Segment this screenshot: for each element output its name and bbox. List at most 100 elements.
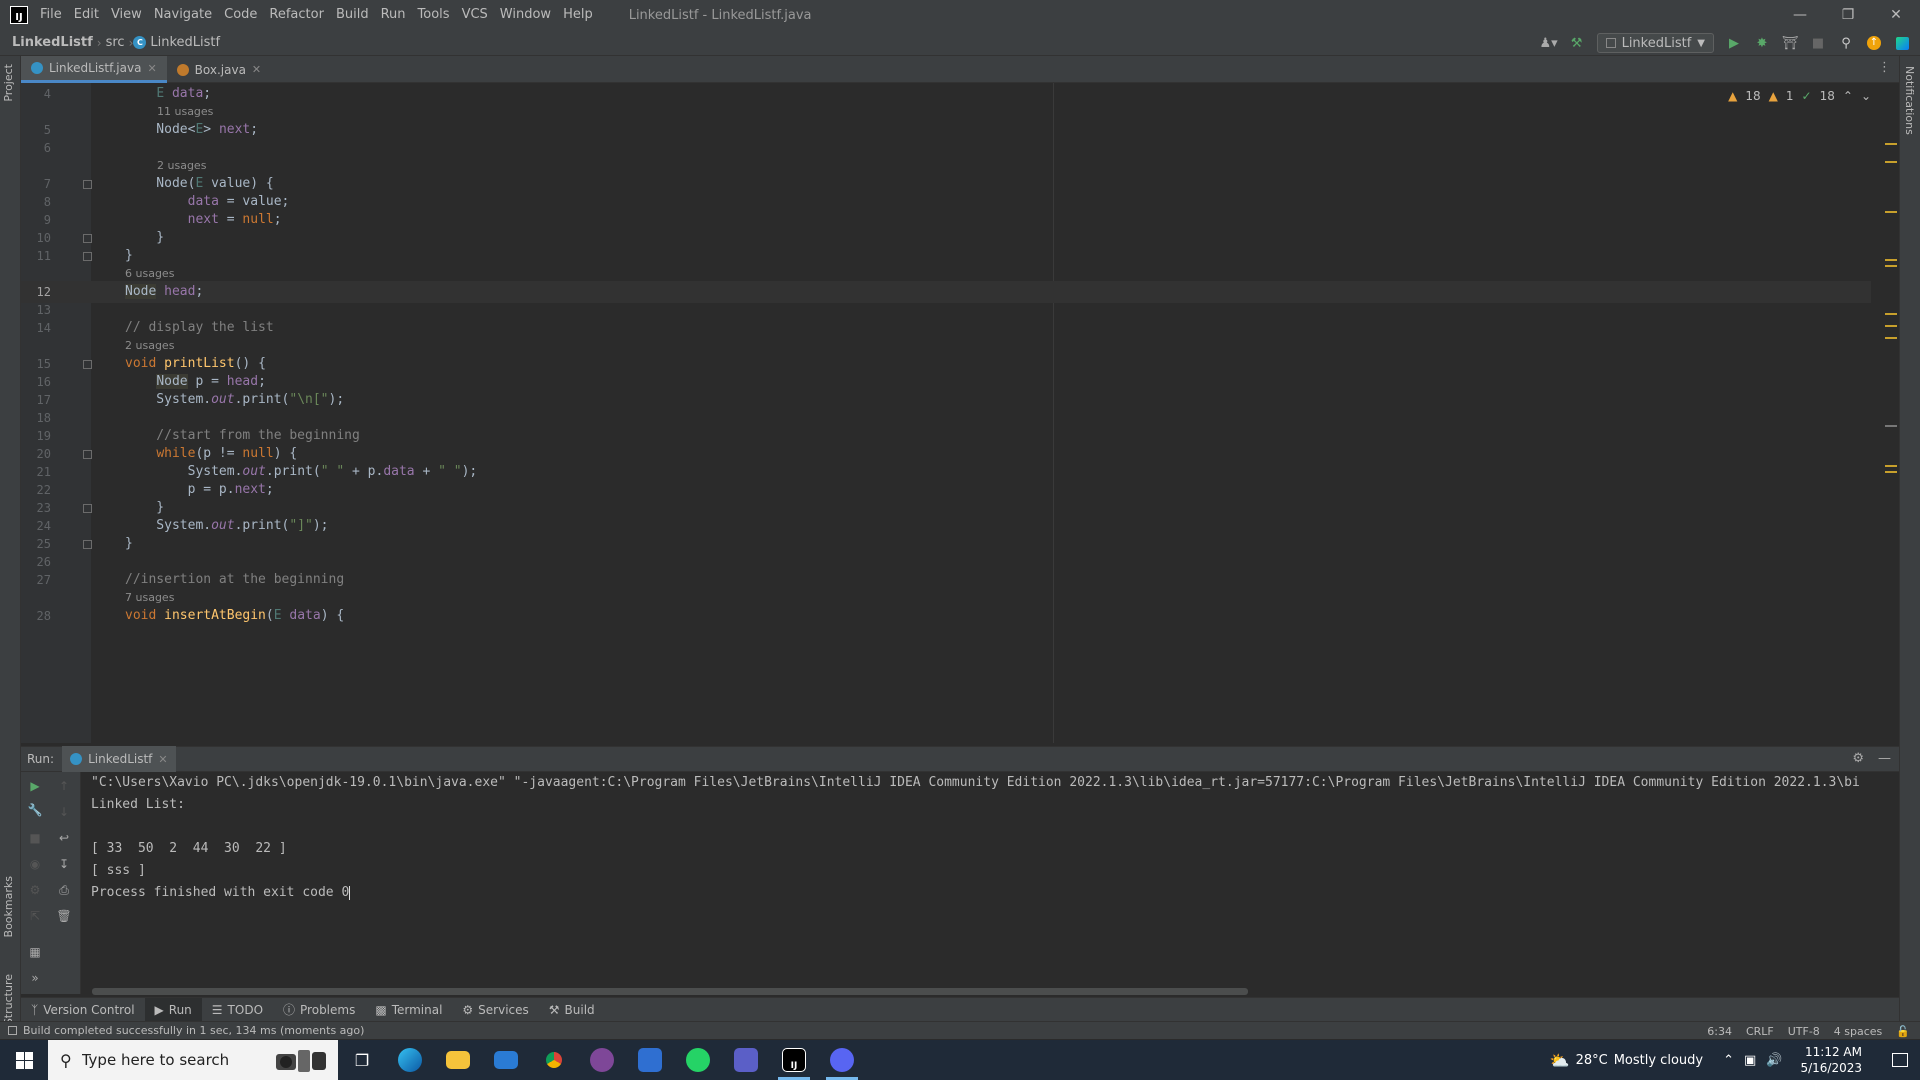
menu-help[interactable]: Help xyxy=(557,0,599,30)
build-hammer-icon[interactable]: ⚒ xyxy=(1569,35,1585,51)
tab-build[interactable]: ⚒ Build xyxy=(539,998,605,1022)
menu-view[interactable]: View xyxy=(105,0,148,30)
status-box-icon[interactable] xyxy=(8,1026,17,1035)
run-configuration-select[interactable]: LinkedListf ▼ xyxy=(1596,33,1714,53)
menu-build[interactable]: Build xyxy=(330,0,375,30)
menu-file[interactable]: File xyxy=(34,0,68,30)
tab-problems[interactable]: ⓘ Problems xyxy=(273,998,365,1022)
stop-icon[interactable]: ■ xyxy=(1810,35,1826,51)
menu-vcs[interactable]: VCS xyxy=(456,0,494,30)
exit-icon[interactable]: ⇱ xyxy=(27,908,43,924)
horizontal-scrollbar[interactable] xyxy=(92,988,1248,995)
wrench-icon[interactable]: 🔧 xyxy=(27,802,43,818)
tab-linkedlistf[interactable]: LinkedListf.java ✕ xyxy=(21,56,167,83)
tab-todo[interactable]: ☰ TODO xyxy=(202,998,273,1022)
breadcrumb-src[interactable]: src xyxy=(102,35,129,50)
intellij-logo-icon[interactable]: IJ xyxy=(10,6,28,24)
start-button[interactable] xyxy=(0,1040,48,1080)
stop-icon[interactable]: ■ xyxy=(27,830,43,846)
fold-marker-icon[interactable] xyxy=(83,504,92,513)
hide-icon[interactable]: — xyxy=(1878,751,1891,766)
chevron-up-icon[interactable]: ⌃ xyxy=(1723,1053,1734,1068)
coverage-icon[interactable]: ⛩ xyxy=(1782,35,1799,51)
minimize-icon[interactable]: — xyxy=(1776,0,1824,30)
debug-icon[interactable]: ✸ xyxy=(1754,35,1770,51)
chevron-down-icon[interactable]: ⌄ xyxy=(1861,89,1871,103)
menu-run[interactable]: Run xyxy=(375,0,412,30)
status-message[interactable]: Build completed successfully in 1 sec, 1… xyxy=(23,1024,364,1037)
menu-tools[interactable]: Tools xyxy=(412,0,456,30)
camera-icon[interactable]: ◉ xyxy=(27,856,43,872)
close-tab-icon[interactable]: ✕ xyxy=(252,63,261,76)
indent-setting[interactable]: 4 spaces xyxy=(1834,1025,1883,1038)
settings-icon[interactable]: ⚙ xyxy=(27,882,43,898)
bookmarks-tool-tab[interactable]: Bookmarks xyxy=(2,876,15,937)
close-tab-icon[interactable]: ✕ xyxy=(158,753,167,766)
menu-edit[interactable]: Edit xyxy=(68,0,105,30)
whatsapp-icon[interactable] xyxy=(674,1040,722,1080)
lock-icon[interactable]: 🔓 xyxy=(1896,1025,1910,1038)
fold-marker-icon[interactable] xyxy=(83,450,92,459)
user-icon[interactable]: ♟▾ xyxy=(1539,35,1557,51)
menu-code[interactable]: Code xyxy=(218,0,263,30)
scroll-to-end-icon[interactable]: ↧ xyxy=(56,856,72,872)
structure-tool-tab[interactable]: Structure xyxy=(2,974,15,1025)
caret-position[interactable]: 6:34 xyxy=(1707,1025,1732,1038)
more-icon[interactable]: » xyxy=(27,970,43,986)
rerun-icon[interactable]: ▶ xyxy=(27,778,43,794)
fold-marker-icon[interactable] xyxy=(83,234,92,243)
run-tab[interactable]: LinkedListf ✕ xyxy=(62,746,176,772)
intellij-taskbar-icon[interactable]: IJ xyxy=(770,1040,818,1080)
project-tool-tab[interactable]: Project xyxy=(2,64,15,102)
notification-center-icon[interactable] xyxy=(1880,1053,1920,1067)
weather-widget[interactable]: ⛅ 28°C Mostly cloudy xyxy=(1550,1051,1703,1070)
breadcrumb-project[interactable]: LinkedListf xyxy=(8,35,97,50)
restore-icon[interactable]: ❐ xyxy=(1824,0,1872,30)
print-icon[interactable]: ⎙ xyxy=(56,882,72,898)
code-line[interactable]: 28 void insertAtBegin(E data) { xyxy=(21,605,1871,627)
tab-box[interactable]: Box.java ✕ xyxy=(167,56,271,83)
discord-icon[interactable] xyxy=(818,1040,866,1080)
soft-wrap-icon[interactable]: ↩ xyxy=(56,830,72,846)
fold-marker-icon[interactable] xyxy=(83,252,92,261)
tor-browser-icon[interactable] xyxy=(578,1040,626,1080)
store-icon[interactable] xyxy=(626,1040,674,1080)
arrow-up-icon[interactable]: ↑ xyxy=(56,778,72,794)
tab-run[interactable]: ▶ Run xyxy=(144,997,202,1022)
run-icon[interactable]: ▶ xyxy=(1726,35,1742,51)
inspection-widget[interactable]: ▲ 18 ▲ 1 ✓ 18 ⌃ ⌄ xyxy=(1728,89,1871,103)
fold-marker-icon[interactable] xyxy=(83,540,92,549)
clock[interactable]: 11:12 AM 5/16/2023 xyxy=(1800,1044,1862,1076)
tab-terminal[interactable]: ▩ Terminal xyxy=(365,998,452,1022)
fold-marker-icon[interactable] xyxy=(83,180,92,189)
edge-icon[interactable] xyxy=(386,1040,434,1080)
tab-version-control[interactable]: ᛉ Version Control xyxy=(21,998,145,1022)
chevron-up-icon[interactable]: ⌃ xyxy=(1843,89,1853,103)
file-encoding[interactable]: UTF-8 xyxy=(1788,1025,1820,1038)
trash-icon[interactable]: 🗑 xyxy=(56,908,72,924)
line-separator[interactable]: CRLF xyxy=(1746,1025,1774,1038)
mail-icon[interactable] xyxy=(482,1040,530,1080)
file-explorer-icon[interactable] xyxy=(434,1040,482,1080)
fold-marker-icon[interactable] xyxy=(83,360,92,369)
gear-icon[interactable]: ⚙ xyxy=(1852,751,1864,766)
arrow-down-icon[interactable]: ↓ xyxy=(56,804,72,820)
volume-icon[interactable]: 🔊 xyxy=(1766,1053,1782,1068)
close-icon[interactable]: ✕ xyxy=(1872,0,1920,30)
code-editor[interactable]: 4 E data; 11 usages 5 Node<E> next; 6 2 usag… xyxy=(21,83,1899,743)
breadcrumb-file[interactable]: LinkedListf xyxy=(146,35,224,50)
run-console[interactable]: "C:\Users\Xavio PC\.jdks\openjdk-19.0.1\… xyxy=(81,772,1899,994)
menu-window[interactable]: Window xyxy=(494,0,557,30)
menu-refactor[interactable]: Refactor xyxy=(263,0,330,30)
search-icon[interactable]: ⚲ xyxy=(1838,35,1854,51)
update-icon[interactable]: ↑ xyxy=(1866,35,1882,51)
close-tab-icon[interactable]: ✕ xyxy=(147,62,156,75)
task-view-icon[interactable]: ❐ xyxy=(338,1040,386,1080)
network-icon[interactable]: ▣ xyxy=(1744,1053,1756,1068)
chrome-icon[interactable] xyxy=(530,1040,578,1080)
teams-icon[interactable] xyxy=(722,1040,770,1080)
taskbar-search[interactable]: ⚲ xyxy=(48,1040,338,1080)
layout-icon[interactable]: ▦ xyxy=(27,944,43,960)
more-tabs-icon[interactable]: ⋮ xyxy=(1878,60,1891,75)
menu-navigate[interactable]: Navigate xyxy=(148,0,218,30)
